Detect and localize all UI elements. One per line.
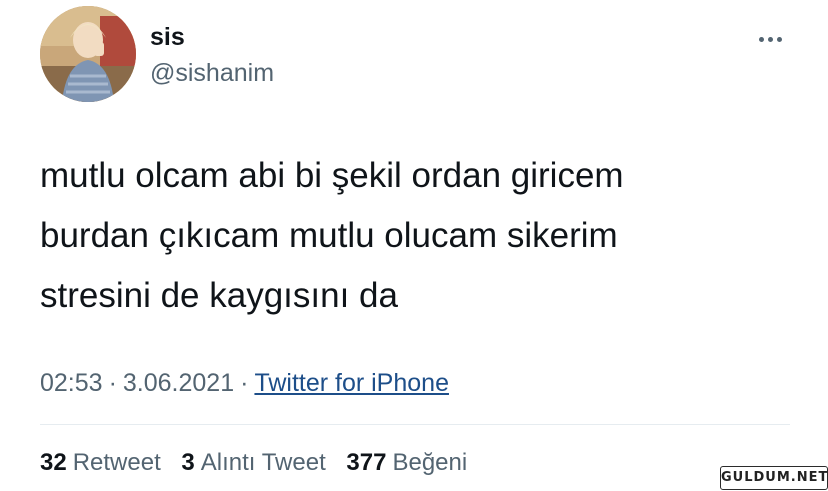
stat-label: Alıntı Tweet xyxy=(200,449,326,476)
tweet-meta: 02:53 · 3.06.2021 · Twitter for iPhone xyxy=(40,367,449,399)
tweet-date[interactable]: 3.06.2021 xyxy=(123,369,234,397)
site-watermark: GULDUM.NET xyxy=(720,466,828,490)
tweet-stats: 32 Retweet 3 Alıntı Tweet 377 Beğeni xyxy=(40,447,481,479)
tweet-source-link[interactable]: Twitter for iPhone xyxy=(254,369,449,397)
avatar[interactable] xyxy=(40,6,136,102)
meta-separator: · xyxy=(240,369,249,397)
tweet-time[interactable]: 02:53 xyxy=(40,369,103,397)
stat-label: Beğeni xyxy=(392,449,468,476)
tweet-card: sis @sishanim mutlu olcam abi bi şekil o… xyxy=(0,0,828,491)
more-dots-icon xyxy=(758,36,764,42)
stat-number: 377 xyxy=(346,449,387,476)
meta-separator: · xyxy=(108,369,117,397)
like-count[interactable]: 377 Beğeni xyxy=(346,449,467,476)
quote-tweet-count[interactable]: 3 Alıntı Tweet xyxy=(181,449,325,476)
more-dots-icon xyxy=(776,36,782,42)
stat-number: 3 xyxy=(181,449,195,476)
stat-number: 32 xyxy=(40,449,67,476)
retweet-count[interactable]: 32 Retweet xyxy=(40,449,161,476)
more-dots-icon xyxy=(767,36,773,42)
author-display-name[interactable]: sis xyxy=(150,22,185,52)
divider xyxy=(40,424,790,425)
more-options-button[interactable] xyxy=(750,24,790,54)
tweet-text: mutlu olcam abi bi şekil ordan giricem b… xyxy=(40,156,624,315)
author-handle[interactable]: @sishanim xyxy=(150,58,274,88)
stat-label: Retweet xyxy=(72,449,161,476)
